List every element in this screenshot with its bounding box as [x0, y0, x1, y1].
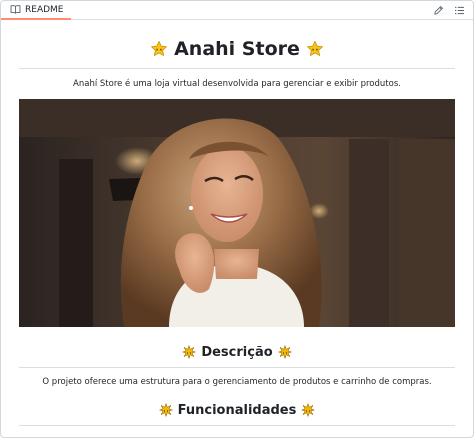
intro-text: Anahí Store é uma loja virtual desenvolv… [73, 79, 401, 89]
sparkle-emoji-icon [301, 403, 316, 417]
description-heading-text: Descrição [201, 344, 273, 360]
list-icon[interactable] [454, 5, 465, 16]
star-emoji-icon [151, 40, 167, 56]
sparkle-emoji-icon [278, 345, 292, 359]
readme-actions [433, 1, 465, 19]
edit-icon[interactable] [433, 5, 444, 16]
features-heading-text: Funcionalidades [177, 402, 297, 418]
readme-panel: README Anahi Store Anahí Store é uma loj… [0, 0, 474, 438]
sparkle-emoji-icon [158, 403, 173, 417]
title-text: Anahi Store [174, 38, 300, 60]
features-heading: Funcionalidades [19, 398, 455, 426]
readme-title: Anahi Store [19, 34, 455, 69]
description-heading: Descrição [19, 340, 455, 368]
book-icon [10, 5, 21, 14]
description-text: O projeto oferece uma estrutura para o g… [42, 377, 432, 387]
star-emoji-icon [307, 40, 323, 56]
tab-readme[interactable]: README [1, 1, 72, 20]
tab-label: README [25, 4, 64, 15]
readme-content: Anahi Store Anahí Store é uma loja virtu… [1, 34, 473, 426]
readme-tabbar: README [1, 1, 473, 20]
sparkle-emoji-icon [182, 345, 196, 359]
portrait-photo [19, 99, 455, 327]
